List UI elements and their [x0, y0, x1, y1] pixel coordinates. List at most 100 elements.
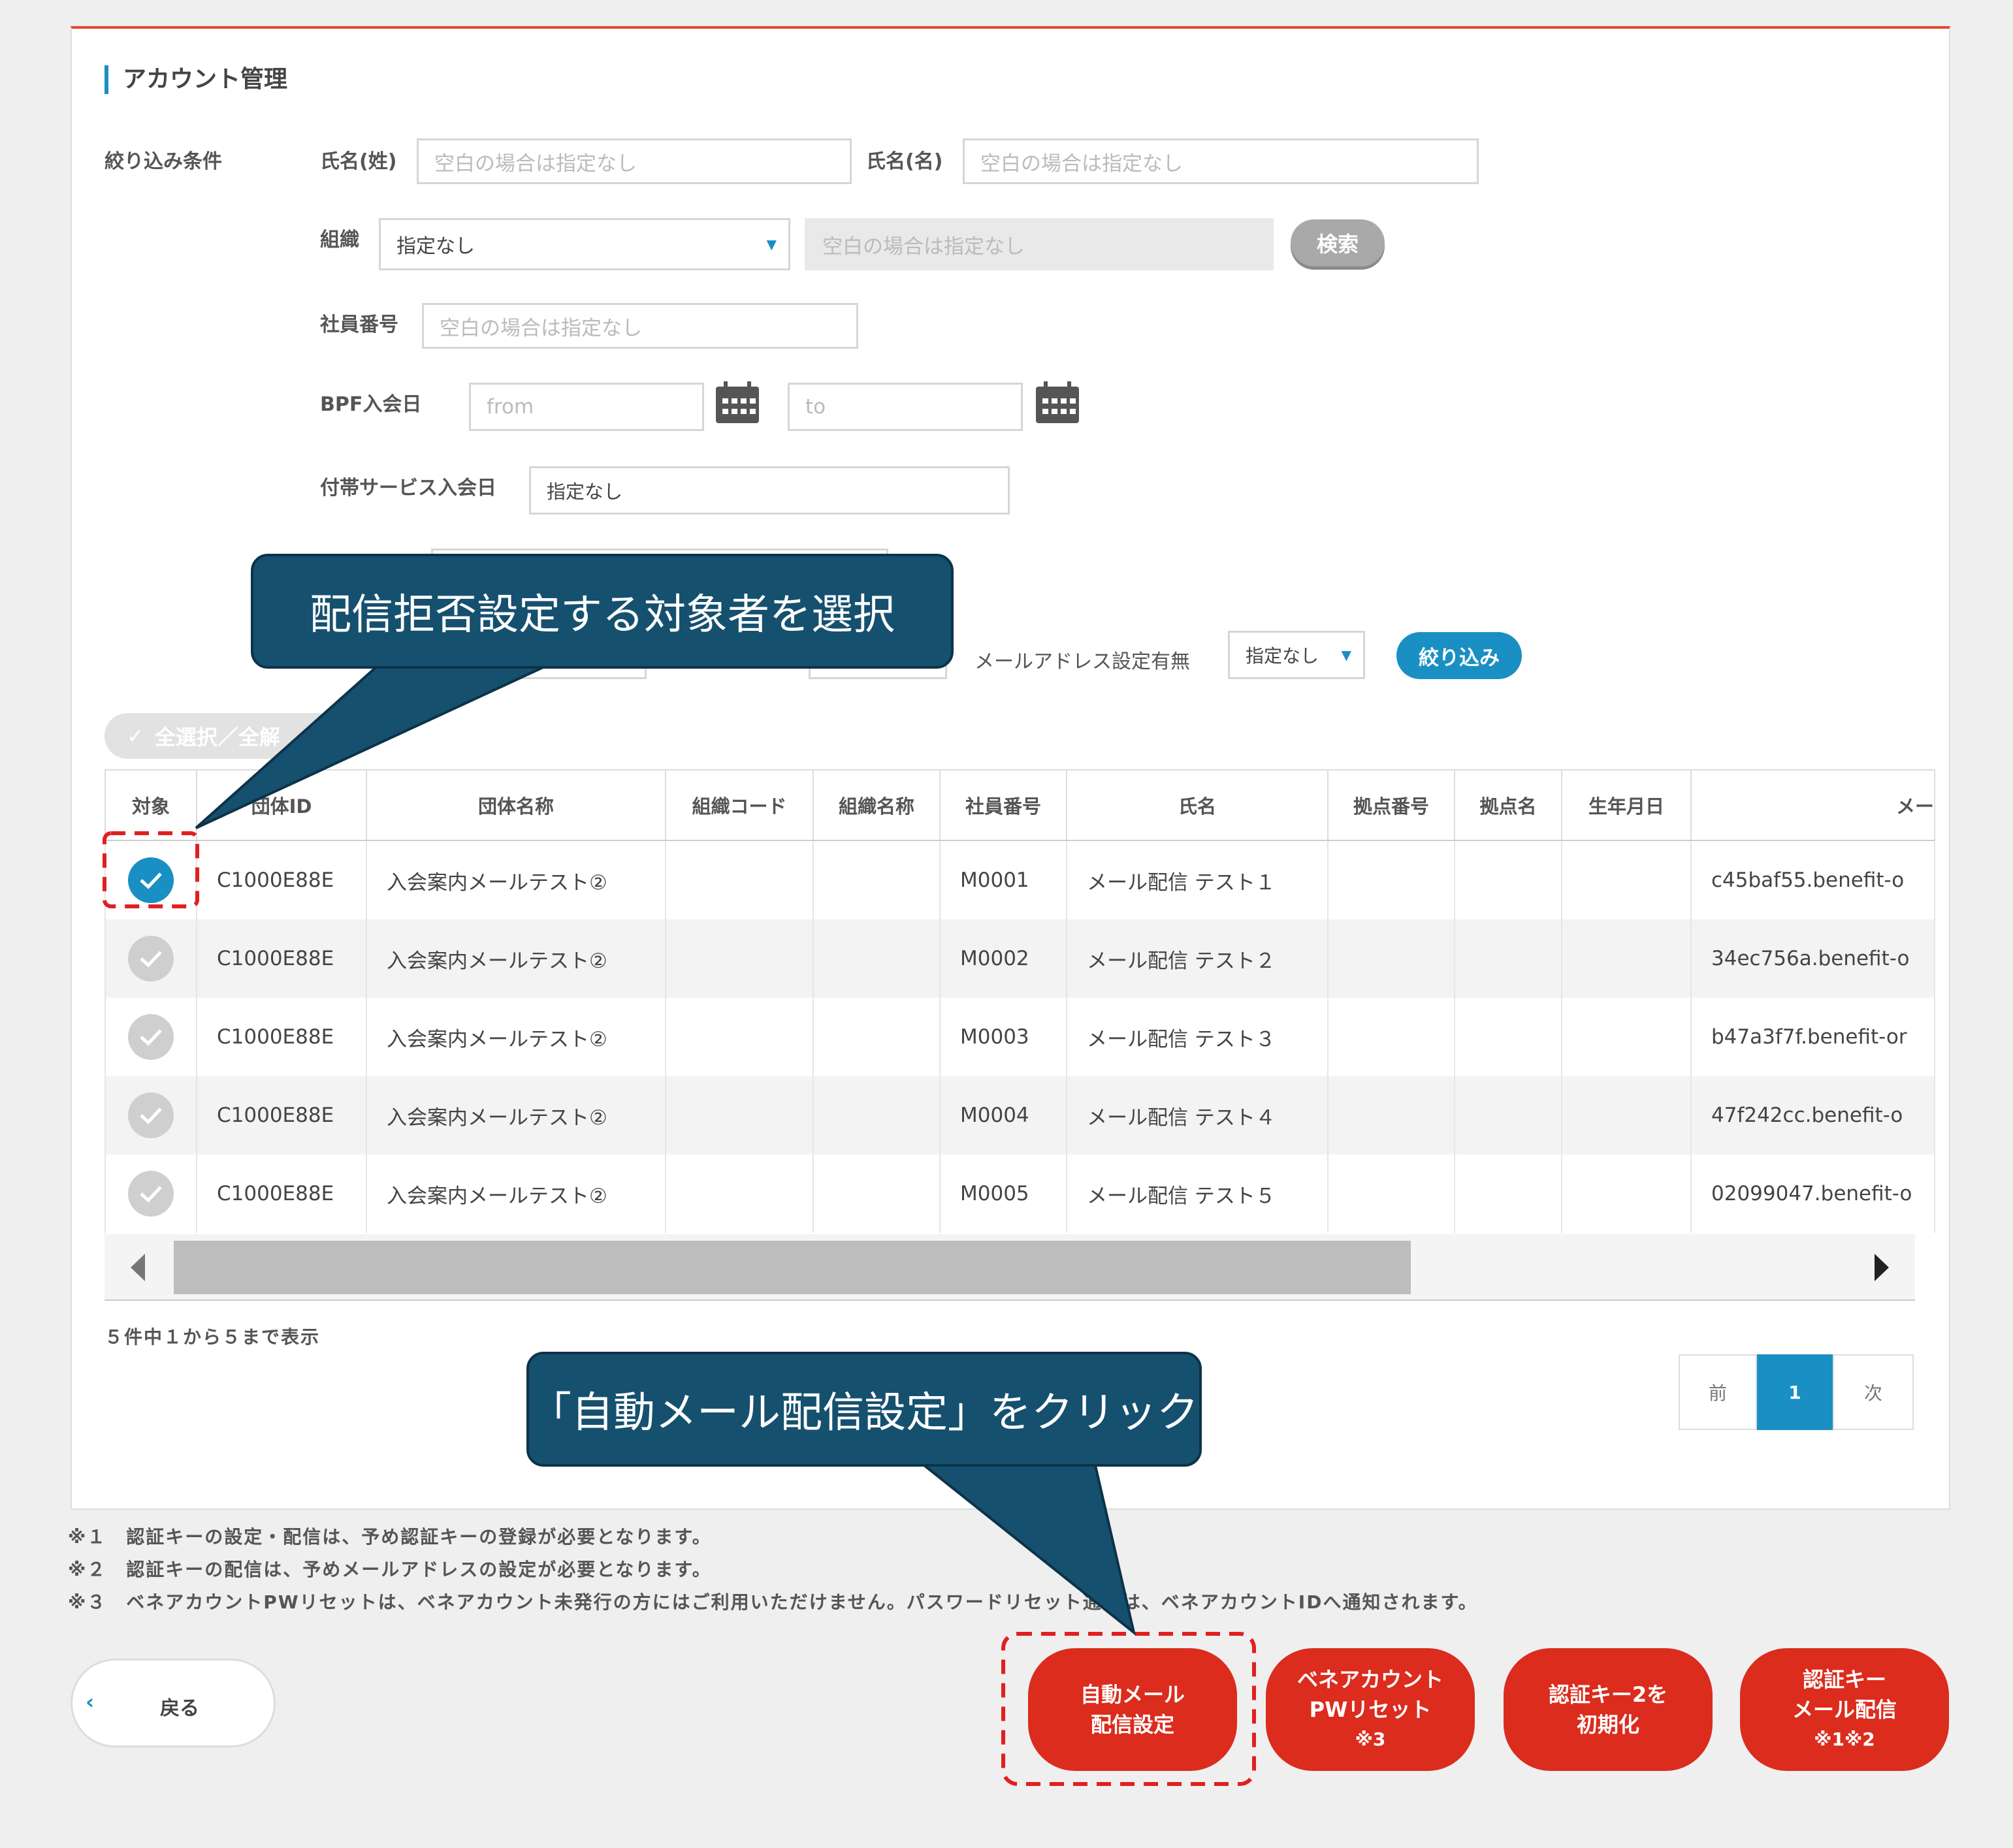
employee-no-input[interactable]: 空白の場合は指定なし — [422, 303, 858, 349]
check-icon — [140, 1029, 162, 1046]
first-name-input[interactable]: 空白の場合は指定なし — [963, 138, 1479, 184]
table-row: C1000E88E 入会案内メールテスト② M0004 メール配信 テスト４ 4… — [105, 1076, 1935, 1155]
select-all-button[interactable]: ✓ 全選択／全解 — [105, 713, 340, 759]
check-icon — [140, 1186, 162, 1203]
cell-base-name — [1454, 919, 1562, 998]
col-header[interactable]: 拠点名 — [1454, 769, 1562, 841]
row-checkbox[interactable] — [128, 936, 174, 981]
cell-email: 02099047.benefit-o — [1690, 1155, 1935, 1233]
check-icon: ✓ — [127, 724, 144, 748]
cell-org-code — [665, 1076, 814, 1155]
pagination-page-1[interactable]: 1 — [1757, 1354, 1833, 1430]
cell-org-code — [665, 998, 814, 1076]
cell-base-name — [1454, 998, 1562, 1076]
calendar-icon[interactable] — [1035, 381, 1080, 424]
col-header[interactable]: 組織コード — [665, 769, 814, 841]
note-2: ※２ 認証キーの配信は、予めメールアドレスの設定が必要となります。 — [68, 1559, 712, 1580]
cell-org-code — [665, 919, 814, 998]
button-label-line: ※3 — [1355, 1729, 1386, 1750]
row-checkbox[interactable] — [128, 1092, 174, 1138]
filter-button[interactable]: 絞り込み — [1396, 632, 1522, 679]
table-row: C1000E88E 入会案内メールテスト② M0003 メール配信 テスト３ b… — [105, 998, 1935, 1076]
cell-group-id: C1000E88E — [196, 998, 367, 1076]
auto-mail-setting-button[interactable]: 自動メール 配信設定 — [1028, 1648, 1237, 1771]
calendar-icon[interactable] — [715, 381, 760, 424]
scrollbar-thumb[interactable] — [174, 1241, 1411, 1294]
table-row: C1000E88E 入会案内メールテスト② M0002 メール配信 テスト２ 3… — [105, 919, 1935, 998]
cell-email: 47f242cc.benefit-o — [1690, 1076, 1935, 1155]
addon-join-select[interactable]: 指定なし — [529, 466, 1010, 515]
bpf-join-label: BPF入会日 — [320, 393, 422, 416]
cell-group-id: C1000E88E — [196, 1076, 367, 1155]
cell-emp-no: M0004 — [939, 1076, 1067, 1155]
last-name-input[interactable]: 空白の場合は指定なし — [417, 138, 852, 184]
cell-birth — [1561, 998, 1692, 1076]
table-row: C1000E88E 入会案内メールテスト② M0001 メール配信 テスト１ c… — [105, 840, 1935, 919]
org-label: 組織 — [320, 229, 359, 251]
caret-down-icon: ▼ — [766, 236, 777, 252]
row-checkbox[interactable] — [128, 1171, 174, 1217]
bpf-to-input[interactable]: to — [788, 383, 1023, 431]
search-button[interactable]: 検索 — [1291, 219, 1385, 266]
cell-org-code — [665, 840, 814, 919]
caret-down-icon: ▼ — [1341, 647, 1351, 663]
cell-base-name — [1454, 1155, 1562, 1233]
cell-emp-no: M0001 — [939, 840, 1067, 919]
col-header[interactable]: 団体名称 — [366, 769, 666, 841]
account-table: 対象 団体ID 団体名称 組織コード 組織名称 社員番号 氏名 拠点番号 拠点名… — [105, 769, 1935, 1233]
cell-org-name — [813, 1155, 941, 1233]
mail-setting-select[interactable]: 指定なし ▼ — [1228, 631, 1365, 679]
cell-group-name: 入会案内メールテスト② — [366, 919, 666, 998]
col-header[interactable]: 社員番号 — [939, 769, 1067, 841]
mail-setting-value: 指定なし — [1246, 645, 1319, 667]
cell-emp-no: M0003 — [939, 998, 1067, 1076]
reset-auth-key2-button[interactable]: 認証キー2を 初期化 — [1504, 1648, 1713, 1771]
back-button[interactable]: ‹ 戻る — [71, 1659, 276, 1747]
note-1: ※１ 認証キーの設定・配信は、予め認証キーの登録が必要となります。 — [68, 1526, 712, 1548]
pagination-next[interactable]: 次 — [1833, 1354, 1914, 1430]
cell-group-id: C1000E88E — [196, 840, 367, 919]
pagination-prev[interactable]: 前 — [1679, 1354, 1757, 1430]
table-row: C1000E88E 入会案内メールテスト② M0005 メール配信 テスト５ 0… — [105, 1155, 1935, 1233]
cell-birth — [1561, 840, 1692, 919]
pw-reset-button[interactable]: ベネアカウント PWリセット ※3 — [1266, 1648, 1475, 1771]
cell-email: c45baf55.benefit-o — [1690, 840, 1935, 919]
cell-group-id: C1000E88E — [196, 1155, 367, 1233]
cell-email: 34ec756a.benefit-o — [1690, 919, 1935, 998]
bpf-from-input[interactable]: from — [469, 383, 704, 431]
cell-emp-no: M0005 — [939, 1155, 1067, 1233]
col-header[interactable]: 対象 — [105, 769, 197, 841]
cell-birth — [1561, 1076, 1692, 1155]
callout-select-target: 配信拒否設定する対象者を選択 — [251, 554, 954, 669]
cell-org-name — [813, 998, 941, 1076]
cell-group-name: 入会案内メールテスト② — [366, 1076, 666, 1155]
org-name-input[interactable]: 空白の場合は指定なし — [805, 218, 1274, 270]
back-button-label: 戻る — [160, 1697, 199, 1720]
auth-key-mail-button[interactable]: 認証キー メール配信 ※1※2 — [1740, 1648, 1949, 1771]
col-header[interactable]: 拠点番号 — [1327, 769, 1455, 841]
col-header[interactable]: 組織名称 — [813, 769, 941, 841]
cell-email: b47a3f7f.benefit-or — [1690, 998, 1935, 1076]
first-name-label: 氏名(名) — [866, 150, 943, 173]
cell-base-no — [1327, 1076, 1455, 1155]
col-header[interactable]: 団体ID — [196, 769, 367, 841]
select-all-label: 全選択／全解 — [154, 725, 280, 750]
row-checkbox-checked[interactable] — [128, 857, 174, 903]
scroll-right-arrow-icon[interactable] — [1872, 1251, 1892, 1284]
addon-join-label: 付帯サービス入会日 — [320, 477, 496, 500]
cell-group-name: 入会案内メールテスト② — [366, 1155, 666, 1233]
check-icon — [140, 872, 162, 889]
col-header[interactable]: 生年月日 — [1561, 769, 1692, 841]
cell-org-code — [665, 1155, 814, 1233]
scroll-left-arrow-icon[interactable] — [128, 1251, 148, 1284]
org-select-value: 指定なし — [396, 235, 475, 258]
org-select[interactable]: 指定なし ▼ — [379, 218, 790, 270]
button-label-line: ※1※2 — [1814, 1729, 1875, 1750]
col-header[interactable]: メー — [1690, 769, 1935, 841]
cell-org-name — [813, 1076, 941, 1155]
col-header[interactable]: 氏名 — [1066, 769, 1329, 841]
row-checkbox[interactable] — [128, 1014, 174, 1060]
check-icon — [140, 1107, 162, 1124]
cell-org-name — [813, 919, 941, 998]
button-label-line: 認証キー — [1802, 1667, 1886, 1692]
